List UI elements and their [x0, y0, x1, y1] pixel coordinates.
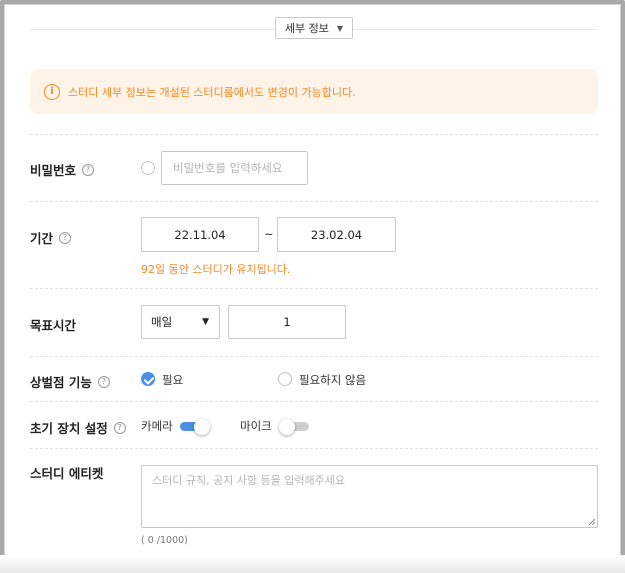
- help-icon[interactable]: ?: [97, 375, 110, 388]
- detail-toggle-button[interactable]: 세부 정보 ▼: [275, 17, 353, 39]
- option-required-label: 필요: [162, 373, 184, 387]
- etiquette-textarea[interactable]: 스터디 규칙, 공지 사항 등을 입력해주세요: [141, 465, 598, 528]
- option-not-required-label: 필요하지 않음: [299, 373, 367, 387]
- divider: [30, 288, 598, 289]
- divider: [30, 448, 598, 449]
- goal-amount-input[interactable]: 1: [228, 305, 346, 339]
- device-setup-label: 초기 장치 설정 ?: [30, 418, 126, 437]
- goal-time-label: 목표시간: [30, 318, 77, 333]
- caret-down-icon: ▼: [336, 23, 344, 33]
- detail-toggle-label: 세부 정보: [284, 22, 329, 35]
- mic-toggle[interactable]: [279, 418, 309, 435]
- toggle-knob: [279, 418, 295, 435]
- help-icon[interactable]: ?: [113, 421, 126, 434]
- frequency-select[interactable]: 매일 ▼: [141, 305, 220, 339]
- period-label: 기간 ?: [30, 228, 72, 247]
- divider: [30, 356, 598, 357]
- radio-required-checked[interactable]: [141, 372, 155, 386]
- radio-not-required[interactable]: [278, 372, 292, 386]
- divider: [30, 401, 598, 402]
- help-icon[interactable]: ?: [59, 231, 72, 244]
- toggle-knob: [194, 418, 210, 435]
- reward-penalty-label: 상벌점 기능 ?: [30, 372, 110, 391]
- frame-bottom-edge: [0, 555, 625, 573]
- dropdown-arrow-icon: ▼: [202, 317, 209, 327]
- password-label: 비밀번호 ?: [30, 160, 95, 179]
- mic-label: 마이크: [240, 419, 272, 433]
- info-icon: i: [44, 83, 60, 100]
- resize-handle-icon[interactable]: [588, 518, 596, 526]
- start-date-input[interactable]: 22.11.04: [141, 217, 259, 252]
- end-date-input[interactable]: 23.02.04: [277, 217, 396, 252]
- password-enable-radio[interactable]: [141, 161, 155, 175]
- camera-label: 카메라: [141, 419, 173, 433]
- divider: [30, 134, 598, 135]
- password-input[interactable]: 비밀번호를 입력하세요: [161, 151, 308, 185]
- period-duration-note: 92일 동안 스터디가 유지됩니다.: [141, 263, 291, 276]
- info-notice: i 스터디 세부 정보는 개설된 스터디룸에서도 변경이 가능합니다.: [30, 69, 598, 114]
- camera-toggle[interactable]: [180, 418, 210, 435]
- etiquette-label: 스터디 에티켓: [30, 466, 104, 481]
- character-counter: ( 0 /1000): [141, 535, 188, 546]
- date-range-separator: ~: [264, 227, 274, 241]
- notice-text: 스터디 세부 정보는 개설된 스터디룸에서도 변경이 가능합니다.: [68, 85, 356, 99]
- help-icon[interactable]: ?: [82, 163, 95, 176]
- divider: [30, 201, 598, 202]
